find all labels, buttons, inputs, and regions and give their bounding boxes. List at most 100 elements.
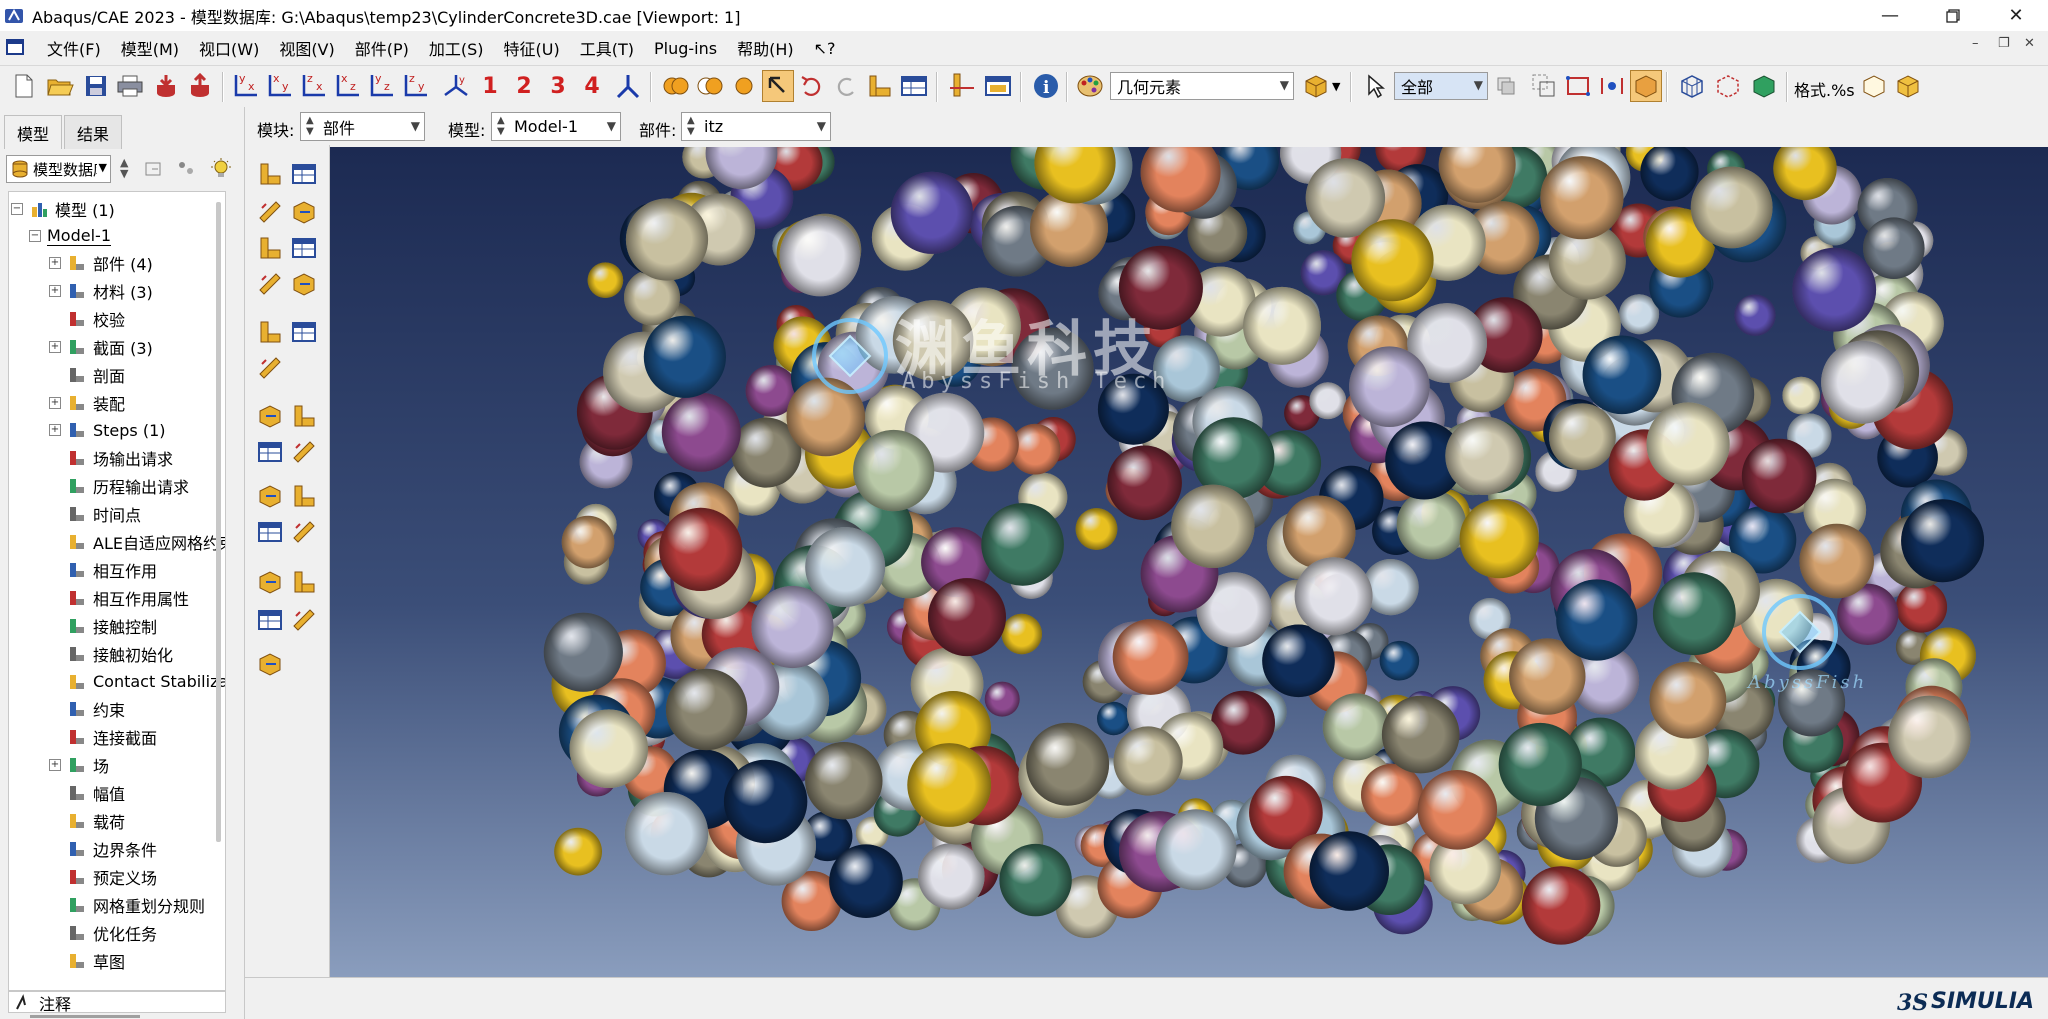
tree-item[interactable]: Contact Stabilization — [67, 669, 225, 695]
filter-tree-icon[interactable] — [176, 159, 198, 179]
tree-hscrollbar[interactable] — [30, 1015, 140, 1018]
selection-options-button[interactable] — [1528, 70, 1560, 102]
viewport[interactable]: 渊鱼科技 AbyssFish Tech AbyssFish — [330, 147, 2048, 977]
tree-item[interactable]: 网格重划分规则 — [67, 892, 205, 918]
menu-help[interactable]: 帮助(H) — [727, 36, 804, 60]
import-button[interactable] — [150, 70, 182, 102]
new-button[interactable] — [8, 70, 40, 102]
viewport-menu-icon[interactable] — [5, 37, 27, 59]
extrude-tool-button[interactable] — [287, 231, 321, 265]
view-zy-button[interactable]: yz — [400, 70, 432, 102]
open-button[interactable] — [44, 70, 76, 102]
menu-model[interactable]: 模型(M) — [111, 36, 189, 60]
tree-move-icon[interactable]: ▲ ▼ — [120, 157, 128, 179]
assembly-tool-button[interactable] — [253, 647, 287, 681]
tree-item[interactable]: 相互作用 — [67, 557, 157, 583]
menu-plugins[interactable]: Plug-ins — [644, 39, 727, 58]
menu-part[interactable]: 部件(P) — [345, 36, 419, 60]
partition-tool-button[interactable] — [287, 267, 321, 301]
datum-plane-tool-button[interactable] — [253, 515, 287, 549]
menu-feature[interactable]: 特征(U) — [494, 36, 570, 60]
context-help-icon[interactable]: ↖? — [804, 39, 846, 58]
mdi-restore-button[interactable]: ❐ — [1998, 36, 2010, 51]
datum-tool-button[interactable] — [287, 399, 321, 433]
expand-icon[interactable]: + — [49, 257, 61, 269]
expand-icon[interactable]: + — [49, 424, 61, 437]
lightbulb-icon[interactable] — [210, 157, 232, 181]
create-datum-tool-button[interactable] — [287, 435, 321, 469]
tree-item[interactable]: 历程输出请求 — [67, 473, 189, 499]
view-1-button[interactable]: 1 — [474, 70, 506, 102]
collapse-tree-icon[interactable] — [144, 159, 166, 179]
view-yz-button[interactable]: zy — [366, 70, 398, 102]
render-wireframe-button[interactable] — [1676, 70, 1708, 102]
datum-axis-tool-button[interactable] — [287, 479, 321, 513]
expand-icon[interactable]: + — [49, 396, 61, 409]
tools-tool-button[interactable] — [253, 603, 287, 637]
tree-item[interactable]: 优化任务 — [67, 920, 157, 946]
minimize-button[interactable]: — — [1860, 0, 1920, 31]
view-xz-button[interactable]: zx — [332, 70, 364, 102]
tree-item[interactable]: 幅值 — [67, 780, 125, 806]
sphere-button[interactable] — [728, 70, 760, 102]
tree-item[interactable]: + 部件 (4) — [49, 250, 153, 276]
tree-item[interactable]: 连接截面 — [67, 724, 157, 750]
style-outline-button[interactable] — [1858, 70, 1890, 102]
menu-view[interactable]: 视图(V) — [269, 36, 344, 60]
tree-item[interactable]: 相互作用属性 — [67, 585, 189, 611]
mdi-close-button[interactable]: ✕ — [2024, 36, 2035, 51]
tree-item[interactable]: + 材料 (3) — [49, 278, 153, 304]
tree-item[interactable]: + Steps (1) — [49, 417, 166, 443]
tree-item[interactable]: ALE自适应网格约束 — [67, 529, 225, 555]
menu-viewport[interactable]: 视口(W) — [189, 36, 269, 60]
tree-item[interactable]: 时间点 — [67, 501, 141, 527]
part-select[interactable]: ▲ ▼ itz ▼ — [681, 112, 831, 141]
style-shaded-button[interactable] — [1892, 70, 1924, 102]
box-select-button[interactable] — [1562, 70, 1594, 102]
tree-item[interactable]: 接触初始化 — [67, 641, 173, 667]
render-style-button[interactable] — [1300, 70, 1332, 102]
geometry-filter-select[interactable]: 几何元素 ▼ — [1110, 72, 1294, 100]
undo-button[interactable] — [796, 70, 828, 102]
expand-icon[interactable]: + — [49, 340, 61, 353]
tree-item[interactable]: + 截面 (3) — [49, 334, 153, 360]
tab-results[interactable]: 结果 — [64, 115, 123, 149]
selection-copy-button[interactable] — [1490, 70, 1522, 102]
display-group-tool-button[interactable] — [287, 565, 321, 599]
part-tools-button[interactable] — [864, 70, 896, 102]
mdi-minimize-button[interactable]: – — [1972, 36, 1979, 51]
tree-footer-label[interactable]: 注释 — [39, 991, 71, 1015]
render-style-dropdown-icon[interactable]: ▼ — [1332, 80, 1340, 93]
tree-root[interactable]: − 模型 (1) — [11, 196, 115, 222]
create-cut-tool-button[interactable] — [287, 195, 321, 229]
tree-item[interactable]: 场输出请求 — [67, 445, 173, 471]
menu-file[interactable]: 文件(F) — [37, 36, 111, 60]
tab-model[interactable]: 模型 — [4, 115, 63, 149]
view-yx-button[interactable]: yx — [264, 70, 296, 102]
create-wire-tool-button[interactable] — [253, 267, 287, 301]
module-select[interactable]: ▲ ▼ 部件 ▼ — [300, 112, 425, 141]
menu-shape[interactable]: 加工(S) — [419, 36, 494, 60]
view-2-button[interactable]: 2 — [508, 70, 540, 102]
render-filled-button[interactable] — [1748, 70, 1780, 102]
select-arrow-button[interactable] — [1360, 70, 1392, 102]
tree-item[interactable]: 预定义场 — [67, 864, 157, 890]
select-inside-button[interactable] — [1630, 70, 1662, 102]
edit-feature-tool-button[interactable] — [253, 351, 287, 385]
collapse-icon[interactable]: − — [29, 230, 41, 242]
datum-point-tool-button[interactable] — [253, 479, 287, 513]
redo-button[interactable] — [830, 70, 862, 102]
database-select[interactable]: 模型数据库 ▼ — [6, 155, 111, 183]
view-iso-button[interactable]: y — [440, 70, 472, 102]
sketch-tool-button[interactable] — [253, 565, 287, 599]
create-solid-tool-button[interactable] — [253, 195, 287, 229]
part-manager-tool-button[interactable] — [287, 157, 321, 191]
tree-item[interactable]: 剖面 — [67, 362, 125, 388]
mirror-tool-button[interactable] — [287, 315, 321, 349]
tree-item[interactable]: 载荷 — [67, 808, 125, 834]
query-point-tool-button[interactable] — [253, 399, 287, 433]
expand-icon[interactable]: + — [49, 284, 61, 297]
boolean-union-button[interactable] — [660, 70, 692, 102]
boolean-intersect-button[interactable] — [694, 70, 726, 102]
table-button[interactable] — [898, 70, 930, 102]
